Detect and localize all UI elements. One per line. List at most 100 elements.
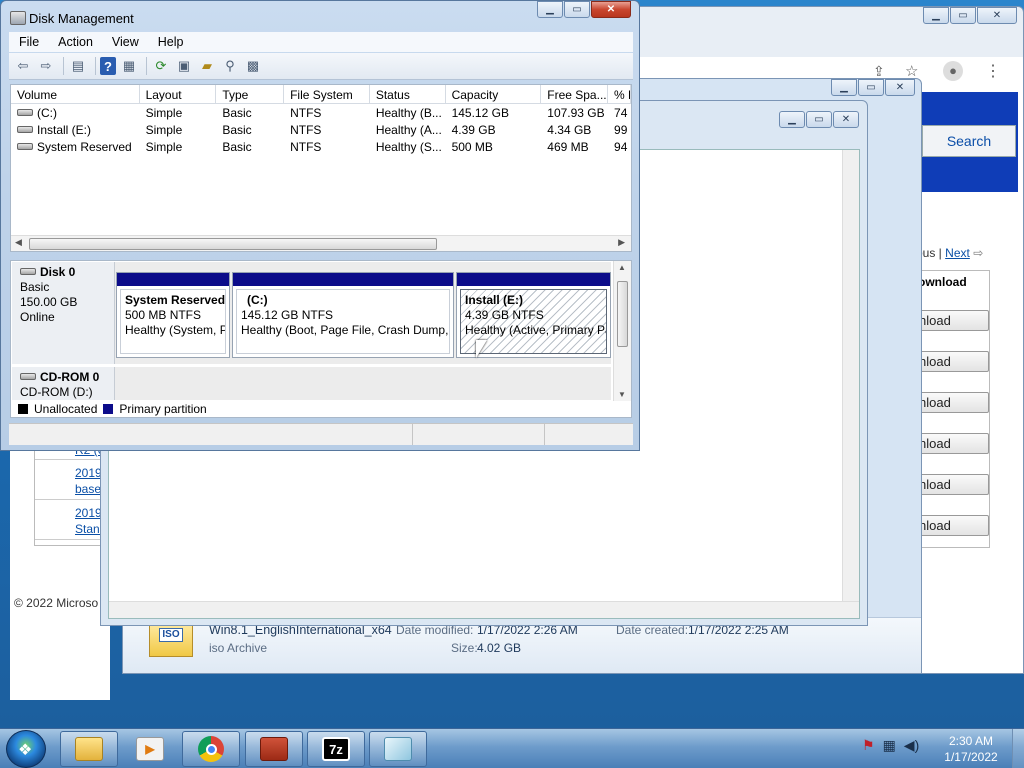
- search-icon[interactable]: ⚲: [220, 56, 240, 76]
- table-row[interactable]: (C:) Simple Basic NTFS Healthy (B... 145…: [11, 104, 631, 121]
- dm-caption-buttons: ▁ ▭ ✕: [536, 1, 631, 18]
- percent-free-cell: 99: [614, 123, 628, 137]
- table-row[interactable]: System Reserved Simple Basic NTFS Health…: [11, 138, 631, 155]
- scrollbar-thumb[interactable]: [29, 238, 437, 250]
- network-icon[interactable]: ▦: [883, 737, 896, 754]
- disk-management-app-icon: [10, 11, 26, 25]
- maximize-button[interactable]: ▭: [858, 79, 884, 96]
- taskbar-computer-management[interactable]: [245, 731, 303, 767]
- dialog-caption-buttons: ▁ ▭ ✕: [778, 111, 859, 128]
- search-button[interactable]: Search: [922, 125, 1016, 157]
- rescan-disks-icon[interactable]: ▣: [174, 56, 194, 76]
- close-button[interactable]: ✕: [977, 7, 1017, 24]
- file-type: iso Archive: [209, 641, 268, 655]
- settings-icon[interactable]: ▩: [243, 56, 263, 76]
- menu-dots-icon[interactable]: ⋮: [985, 61, 1001, 81]
- cdrom-0-label[interactable]: CD-ROM 0 CD-ROM (D:): [12, 367, 115, 400]
- folder-icon: [75, 737, 103, 761]
- column-type[interactable]: Type: [216, 85, 285, 103]
- download-button[interactable]: nload: [912, 310, 989, 331]
- minimize-button[interactable]: ▁: [831, 79, 857, 96]
- column-file-system[interactable]: File System: [284, 85, 370, 103]
- horizontal-scrollbar[interactable]: [109, 601, 859, 618]
- chrome-icon: [198, 736, 224, 762]
- download-button[interactable]: nload: [912, 351, 989, 372]
- menu-action[interactable]: Action: [48, 32, 102, 52]
- disk-0-label[interactable]: Disk 0 Basic 150.00 GB Online: [12, 262, 115, 364]
- status-cell: Healthy (S...: [375, 140, 442, 154]
- disk-management-window: Disk Management ▁ ▭ ✕ File Action View H…: [0, 0, 640, 451]
- scroll-right-icon[interactable]: ▶: [618, 237, 625, 248]
- open-folder-icon[interactable]: ▰: [197, 56, 217, 76]
- next-link[interactable]: Next: [945, 246, 970, 260]
- vertical-scrollbar[interactable]: ▲ ▼: [613, 261, 631, 401]
- partition-system-reserved[interactable]: System Reserved 500 MB NTFS Healthy (Sys…: [116, 272, 230, 358]
- link-item[interactable]: 2019 Stand: [35, 500, 108, 540]
- partition-type-bar: [457, 273, 610, 286]
- taskbar-media-player[interactable]: ▶: [121, 731, 179, 767]
- scrollbar-thumb[interactable]: [617, 281, 628, 347]
- maximize-button[interactable]: ▭: [950, 7, 976, 24]
- download-button[interactable]: nload: [912, 433, 989, 454]
- taskbar-explorer[interactable]: [60, 731, 118, 767]
- action-center-icon[interactable]: ⚑: [862, 737, 875, 754]
- media-player-icon: ▶: [136, 737, 164, 761]
- properties-icon[interactable]: ▦: [119, 56, 139, 76]
- layout-cell: Simple: [145, 106, 183, 120]
- scroll-left-icon[interactable]: ◀: [15, 237, 22, 248]
- clock[interactable]: 2:30 AM 1/17/2022: [936, 733, 1006, 765]
- minimize-button[interactable]: ▁: [923, 7, 949, 24]
- toolbar: ⇦ ⇨ ▤ ? ▦ ⟳ ▣ ▰ ⚲ ▩: [9, 53, 633, 80]
- table-row[interactable]: Install (E:) Simple Basic NTFS Healthy (…: [11, 121, 631, 138]
- show-hide-console-tree-icon[interactable]: ▤: [68, 56, 88, 76]
- partition-info: System Reserved 500 MB NTFS Healthy (Sys…: [120, 289, 226, 354]
- menu-file[interactable]: File: [9, 32, 48, 52]
- download-button[interactable]: nload: [912, 474, 989, 495]
- close-button[interactable]: ✕: [833, 111, 859, 128]
- column-status[interactable]: Status: [370, 85, 446, 103]
- scroll-down-icon[interactable]: ▼: [618, 390, 626, 399]
- maximize-button[interactable]: ▭: [806, 111, 832, 128]
- partition-c[interactable]: (C:) 145.12 GB NTFS Healthy (Boot, Page …: [232, 272, 454, 358]
- cdrom-0-drive: CD-ROM (D:): [20, 385, 93, 399]
- partition-type-bar: [117, 273, 229, 286]
- column-free-space[interactable]: Free Spa...: [541, 85, 609, 103]
- forward-icon[interactable]: ⇨: [36, 56, 56, 76]
- column-capacity[interactable]: Capacity: [446, 85, 542, 103]
- close-button[interactable]: ✕: [885, 79, 915, 96]
- column-layout[interactable]: Layout: [140, 85, 217, 103]
- column-percent-free[interactable]: % F: [608, 85, 631, 103]
- column-volume[interactable]: Volume: [11, 85, 140, 103]
- next-arrow-icon: ⇨: [973, 246, 984, 260]
- minimize-button[interactable]: ▁: [537, 1, 563, 18]
- percent-free-cell: 74: [614, 106, 628, 120]
- menu-help[interactable]: Help: [148, 32, 193, 52]
- cdrom-icon: [20, 373, 36, 380]
- taskbar-notepad[interactable]: [369, 731, 427, 767]
- volume-icon[interactable]: ◀): [904, 737, 919, 754]
- start-button[interactable]: ❖: [6, 730, 46, 768]
- download-button[interactable]: nload: [912, 392, 989, 413]
- help-icon[interactable]: ?: [100, 57, 116, 75]
- maximize-button[interactable]: ▭: [564, 1, 590, 18]
- link-item[interactable]: 2019 base: [35, 460, 108, 500]
- status-pane: [413, 424, 545, 445]
- disk-0-size: 150.00 GB: [20, 295, 78, 309]
- taskbar-chrome[interactable]: [182, 731, 240, 767]
- close-button[interactable]: ✕: [591, 1, 631, 18]
- menu-bar: File Action View Help: [9, 32, 633, 52]
- type-cell: Basic: [222, 123, 252, 137]
- scroll-up-icon[interactable]: ▲: [618, 263, 626, 272]
- refresh-icon[interactable]: ⟳: [151, 56, 171, 76]
- download-button[interactable]: nload: [912, 515, 989, 536]
- menu-view[interactable]: View: [102, 32, 148, 52]
- minimize-button[interactable]: ▁: [779, 111, 805, 128]
- horizontal-scrollbar[interactable]: ◀ ▶: [11, 235, 631, 251]
- toolbar-separator: [146, 57, 147, 75]
- vertical-scrollbar[interactable]: [842, 150, 859, 618]
- show-desktop-button[interactable]: [1012, 729, 1024, 768]
- percent-free-cell: 94: [614, 140, 628, 154]
- profile-icon[interactable]: ●: [943, 61, 963, 81]
- back-icon[interactable]: ⇦: [13, 56, 33, 76]
- taskbar-7zip[interactable]: 7z: [307, 731, 365, 767]
